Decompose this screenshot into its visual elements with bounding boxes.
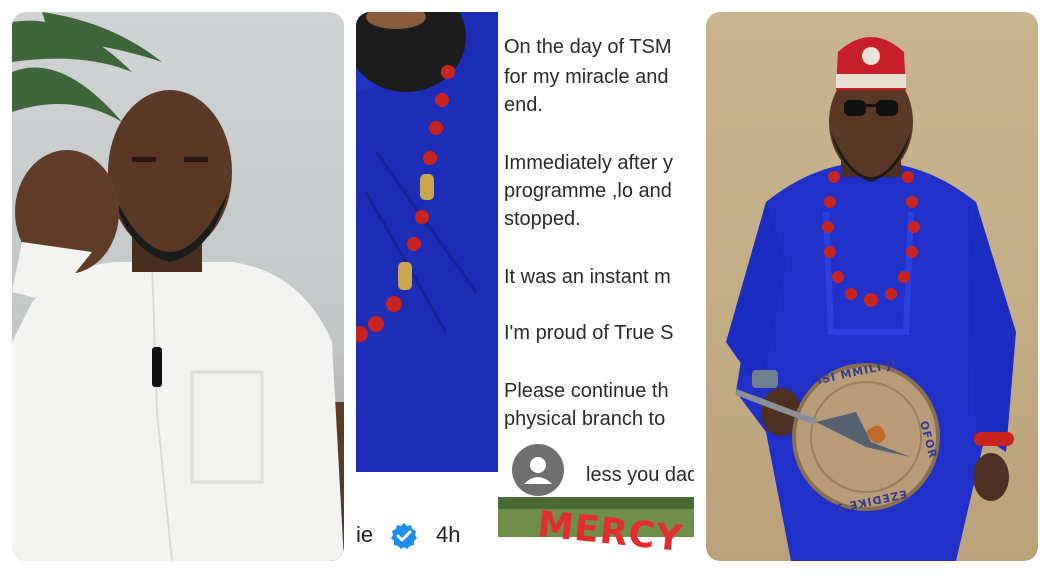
- left-photo-panel: [12, 12, 344, 561]
- avatar[interactable]: [512, 444, 564, 496]
- post-text-line: stopped.: [504, 208, 581, 230]
- man-in-white-photo: [12, 12, 344, 561]
- post-text-line: for my miracle and: [504, 66, 669, 88]
- author-name-fragment[interactable]: ie: [356, 522, 373, 548]
- post-text-line: It was an instant m: [504, 266, 671, 288]
- post-text-line: Immediately after y: [504, 152, 673, 174]
- post-timestamp: 4h: [436, 522, 461, 547]
- user-placeholder-icon: [524, 457, 552, 484]
- post-text-line: programme ,lo and: [504, 180, 672, 202]
- post-text-line: physical branch to: [504, 408, 666, 430]
- man-in-blue-full-photo: ISI MMILI JI OFOR EZEDIKE 1: [726, 37, 1016, 561]
- post-text-line: Please continue th: [504, 380, 669, 402]
- post-text-line: On the day of TSM: [504, 36, 672, 58]
- post-text-line: less you dad: [586, 464, 694, 486]
- verified-badge-icon: [391, 523, 417, 549]
- right-photo-panel: ISI MMILI JI OFOR EZEDIKE 1: [706, 12, 1038, 561]
- post-text-line: I'm proud of True S: [504, 322, 674, 344]
- middle-screenshot-panel: On the day of TSM for my miracle and end…: [356, 12, 694, 561]
- post-text-line: end.: [504, 94, 543, 116]
